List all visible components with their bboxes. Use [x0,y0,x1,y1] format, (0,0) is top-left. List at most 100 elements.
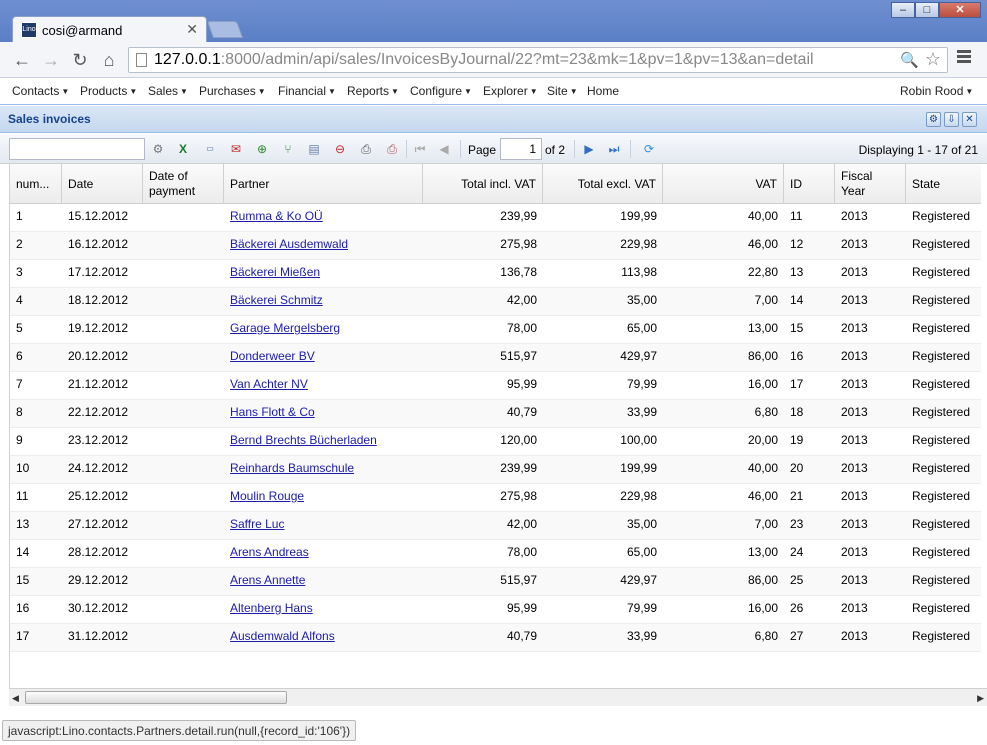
refresh-icon[interactable]: ⟳ [641,141,657,157]
menu-explorer[interactable]: Explorer ▼ [483,84,538,98]
last-page-icon[interactable]: ⏭ [606,141,622,157]
cell-partner[interactable]: Saffre Luc [224,512,423,540]
cell-partner[interactable]: Hans Flott & Co [224,400,423,428]
menu-home[interactable]: Home [587,84,619,98]
menu-reports[interactable]: Reports ▼ [347,84,399,98]
page-number-input[interactable] [500,138,542,160]
menu-configure[interactable]: Configure ▼ [410,84,472,98]
partner-link[interactable]: Altenberg Hans [230,601,313,615]
cell-partner[interactable]: Bernd Brechts Bücherladen [224,428,423,456]
excel-export-icon[interactable]: X [175,141,191,157]
table-row[interactable]: 6 20.12.2012 Donderweer BV 515,97 429,97 86,0… [10,344,981,372]
cell-partner[interactable]: Ausdemwald Alfons [224,624,423,652]
close-icon[interactable]: ✕ [962,112,977,127]
cell-partner[interactable]: Arens Annette [224,568,423,596]
partner-link[interactable]: Donderweer BV [230,349,315,363]
zoom-icon[interactable]: 🔍 [900,51,919,69]
cell-partner[interactable]: Arens Andreas [224,540,423,568]
tab-close-icon[interactable]: ✕ [186,21,198,38]
horizontal-scrollbar[interactable]: ◀ ▶ [9,688,987,706]
table-row[interactable]: 10 24.12.2012 Reinhards Baumschule 239,99 19… [10,456,981,484]
column-header-vat[interactable]: VAT [663,164,784,204]
back-arrow-icon[interactable]: ← [12,50,32,70]
cell-partner[interactable]: Moulin Rouge [224,484,423,512]
table-row[interactable]: 15 29.12.2012 Arens Annette 515,97 429,97 86,… [10,568,981,596]
settings-icon[interactable]: ⚙ [150,141,166,157]
table-row[interactable]: 11 25.12.2012 Moulin Rouge 275,98 229,98 46,0… [10,484,981,512]
pin-icon[interactable]: ⇩ [944,112,959,127]
cell-partner[interactable]: Reinhards Baumschule [224,456,423,484]
new-tab-button[interactable] [206,21,244,38]
table-row[interactable]: 13 27.12.2012 Saffre Luc 42,00 35,00 7,00 23 20… [10,512,981,540]
url-text[interactable]: 127.0.0.1:8000/admin/api/sales/InvoicesB… [154,51,814,69]
menu-sales[interactable]: Sales ▼ [148,84,188,98]
gear-icon[interactable]: ⚙ [926,112,941,127]
table-row[interactable]: 9 23.12.2012 Bernd Brechts Bücherladen 120,… [10,428,981,456]
partner-link[interactable]: Van Achter NV [230,377,308,391]
table-row[interactable]: 7 21.12.2012 Van Achter NV 95,99 79,99 16,00 1… [10,372,981,400]
menu-contacts[interactable]: Contacts ▼ [12,84,69,98]
partner-link[interactable]: Bäckerei Schmitz [230,293,323,307]
next-page-icon[interactable]: ▶ [581,141,597,157]
partner-link[interactable]: Rumma & Ko OÜ [230,209,323,223]
column-header-date-of-payment[interactable]: Date of payment [143,164,224,204]
pdf-icon[interactable]: ✉ [228,141,244,157]
partner-link[interactable]: Bäckerei Mießen [230,265,320,279]
reload-icon[interactable]: ↻ [70,50,90,70]
column-header-number[interactable]: num... [10,164,62,204]
cell-partner[interactable]: Donderweer BV [224,344,423,372]
column-header-state[interactable]: State [906,164,981,204]
previous-page-icon[interactable]: ◀ [436,141,452,157]
delete-icon[interactable]: ⊖ [332,141,348,157]
partner-link[interactable]: Bäckerei Ausdemwald [230,237,348,251]
scroll-right-icon[interactable]: ▶ [977,693,984,704]
browser-tab[interactable]: Lino cosi@armand ✕ [12,16,207,43]
cell-partner[interactable]: Bäckerei Mießen [224,260,423,288]
table-row[interactable]: 17 31.12.2012 Ausdemwald Alfons 40,79 33,99 6… [10,624,981,652]
table-row[interactable]: 2 16.12.2012 Bäckerei Ausdemwald 275,98 229,… [10,232,981,260]
home-icon[interactable]: ⌂ [99,50,119,70]
menu-site[interactable]: Site ▼ [547,84,578,98]
window-minimize-button[interactable]: ‒ [891,2,915,18]
window-maximize-button[interactable]: □ [915,2,939,18]
table-row[interactable]: 5 19.12.2012 Garage Mergelsberg 78,00 65,00 1… [10,316,981,344]
forward-arrow-icon[interactable]: → [41,50,61,70]
partner-link[interactable]: Moulin Rouge [230,489,304,503]
table-row[interactable]: 4 18.12.2012 Bäckerei Schmitz 42,00 35,00 7,0… [10,288,981,316]
column-header-total-excl-vat[interactable]: Total excl. VAT [543,164,663,204]
window-close-button[interactable]: ✕ [939,2,981,18]
partner-link[interactable]: Arens Andreas [230,545,309,559]
table-row[interactable]: 8 22.12.2012 Hans Flott & Co 40,79 33,99 6,80… [10,400,981,428]
partner-link[interactable]: Garage Mergelsberg [230,321,340,335]
cell-partner[interactable]: Rumma & Ko OÜ [224,204,423,232]
partner-link[interactable]: Reinhards Baumschule [230,461,354,475]
table-row[interactable]: 16 30.12.2012 Altenberg Hans 95,99 79,99 16,0… [10,596,981,624]
add-icon[interactable]: ⊕ [254,141,270,157]
scroll-left-icon[interactable]: ◀ [12,693,19,704]
browser-menu-icon[interactable] [957,50,971,65]
cell-partner[interactable]: Garage Mergelsberg [224,316,423,344]
table-row[interactable]: 14 28.12.2012 Arens Andreas 78,00 65,00 13,00… [10,540,981,568]
menu-products[interactable]: Products ▼ [80,84,137,98]
column-header-id[interactable]: ID [784,164,835,204]
column-header-total-incl-vat[interactable]: Total incl. VAT [423,164,543,204]
cell-partner[interactable]: Van Achter NV [224,372,423,400]
column-header-fiscal-year[interactable]: Fiscal Year [835,164,906,204]
cell-partner[interactable]: Bäckerei Ausdemwald [224,232,423,260]
bookmark-star-icon[interactable]: ☆ [925,49,941,70]
menu-purchases[interactable]: Purchases ▼ [199,84,266,98]
address-bar[interactable]: 127.0.0.1:8000/admin/api/sales/InvoicesB… [128,47,948,73]
first-page-icon[interactable]: ⏮ [412,141,428,157]
table-row[interactable]: 1 15.12.2012 Rumma & Ko OÜ 239,99 199,99 40,0… [10,204,981,232]
detail-icon[interactable]: ▤ [306,141,322,157]
html-export-icon[interactable]: ▭ [202,141,218,157]
partner-link[interactable]: Ausdemwald Alfons [230,629,335,643]
partner-link[interactable]: Saffre Luc [230,517,284,531]
cell-partner[interactable]: Bäckerei Schmitz [224,288,423,316]
cell-partner[interactable]: Altenberg Hans [224,596,423,624]
menu-financial[interactable]: Financial ▼ [278,84,336,98]
table-row[interactable]: 3 17.12.2012 Bäckerei Mießen 136,78 113,98 22… [10,260,981,288]
column-header-date[interactable]: Date [62,164,143,204]
merge-icon[interactable]: ⑂ [280,141,296,157]
scrollbar-thumb[interactable] [25,691,287,704]
